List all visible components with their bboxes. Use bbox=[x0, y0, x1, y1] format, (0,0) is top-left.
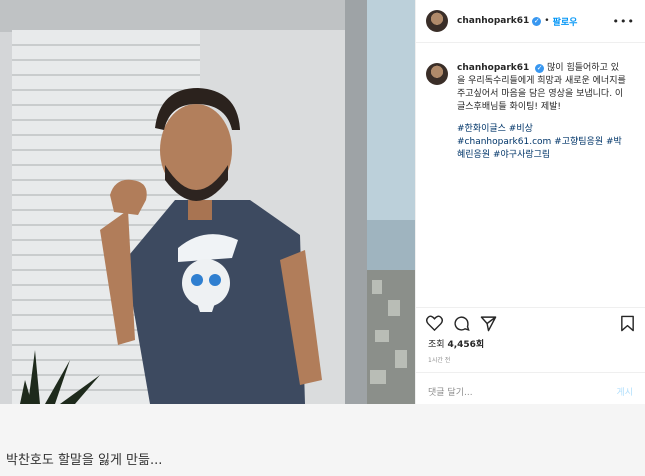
action-bar bbox=[426, 314, 635, 336]
caption-body: chanhopark61 ✓ 많이 힘들어하고 있을 우리독수리들에게 희망과 … bbox=[457, 62, 627, 162]
separator-dot: • bbox=[544, 16, 550, 26]
caption-verified-icon: ✓ bbox=[535, 64, 545, 73]
post-sidebar: chanhopark61 ✓ • 팔로우 ••• chanhopark61 ✓ … bbox=[415, 0, 645, 404]
caption-avatar[interactable] bbox=[426, 63, 448, 85]
caption-hashtags[interactable]: #한화이글스 #비상 #chanhopark61.com #고향팀응원 #박혜린… bbox=[457, 123, 627, 162]
comment-input[interactable]: 댓글 달기... bbox=[428, 385, 473, 398]
follow-button[interactable]: 팔로우 bbox=[553, 15, 578, 28]
post-photo[interactable] bbox=[0, 0, 415, 404]
divider bbox=[416, 307, 645, 308]
verified-badge-icon: ✓ bbox=[532, 16, 542, 26]
instagram-post: chanhopark61 ✓ • 팔로우 ••• chanhopark61 ✓ … bbox=[0, 0, 645, 404]
divider bbox=[416, 372, 645, 373]
username-link[interactable]: chanhopark61 bbox=[457, 16, 529, 26]
caption-username[interactable]: chanhopark61 bbox=[457, 63, 529, 73]
post-header: chanhopark61 ✓ • 팔로우 ••• bbox=[416, 0, 645, 43]
heart-icon[interactable] bbox=[426, 315, 443, 335]
post-timestamp[interactable]: 1시간 전 bbox=[428, 355, 450, 364]
caption: chanhopark61 ✓ 많이 힘들어하고 있을 우리독수리들에게 희망과 … bbox=[426, 62, 635, 162]
share-icon[interactable] bbox=[480, 315, 497, 336]
article-caption: 박찬호도 할말을 잃게 만듦... bbox=[6, 453, 163, 468]
bookmark-icon[interactable] bbox=[620, 315, 635, 336]
more-options-icon[interactable]: ••• bbox=[613, 15, 635, 28]
view-count: 조회 4,456회 bbox=[428, 337, 484, 350]
post-comment-button[interactable]: 게시 bbox=[616, 385, 633, 398]
comment-icon[interactable] bbox=[453, 315, 470, 336]
views-label: 조회 bbox=[428, 340, 445, 350]
photo-illustration bbox=[0, 0, 415, 404]
avatar[interactable] bbox=[426, 10, 448, 32]
views-number: 4,456회 bbox=[447, 340, 485, 350]
